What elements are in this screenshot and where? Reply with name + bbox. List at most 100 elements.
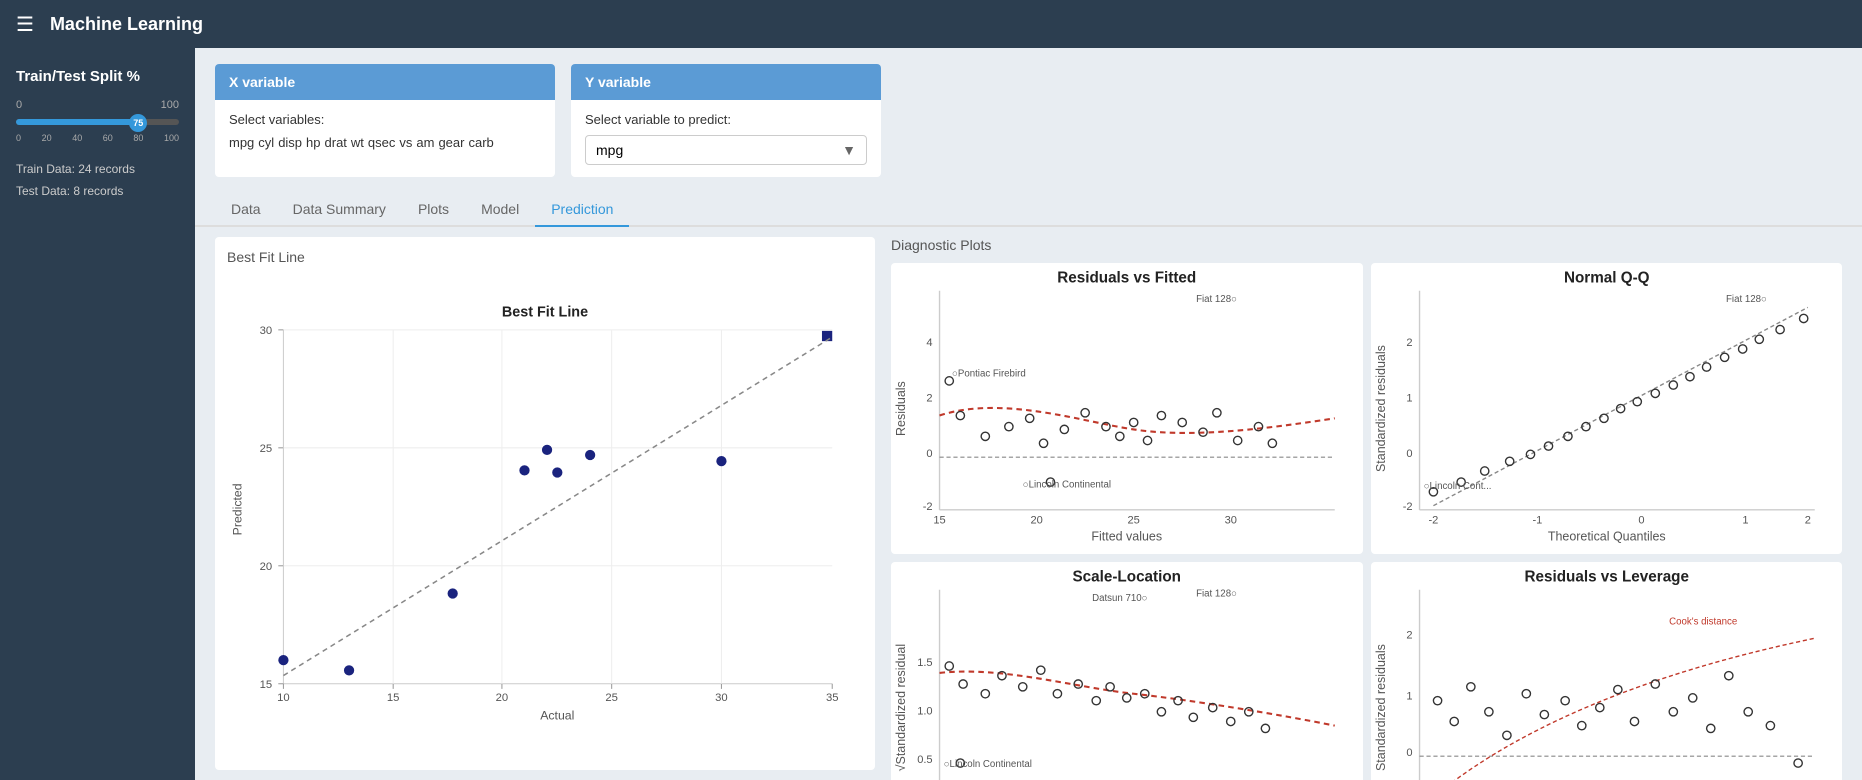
diagnostic-title: Diagnostic Plots bbox=[891, 237, 1842, 253]
svg-text:2: 2 bbox=[1406, 337, 1412, 349]
diag-chart-leverage: Residuals vs Leverage Leverage Standardi… bbox=[1371, 562, 1843, 780]
svg-text:1.0: 1.0 bbox=[917, 706, 932, 718]
svg-text:20: 20 bbox=[1030, 515, 1042, 527]
svg-text:Datsun 710○: Datsun 710○ bbox=[1092, 593, 1148, 604]
slider-ticks: 0 20 40 60 80 100 bbox=[16, 133, 179, 143]
svg-text:4: 4 bbox=[926, 337, 932, 349]
svg-text:Fitted values: Fitted values bbox=[1091, 529, 1162, 543]
diag-chart-scale-location: Scale-Location Fitted values √Standardiz… bbox=[891, 562, 1363, 780]
charts-area: Best Fit Line Best Fit Line Predicted Ac… bbox=[195, 227, 1862, 780]
svg-text:30: 30 bbox=[715, 692, 728, 704]
variable-panels: X variable Select variables: mpg cyl dis… bbox=[195, 48, 1862, 193]
x-variable-label: Select variables: bbox=[229, 112, 541, 127]
train-data-label: Train Data: 24 records bbox=[16, 159, 179, 181]
svg-text:2: 2 bbox=[1406, 629, 1412, 641]
svg-text:-2: -2 bbox=[1428, 515, 1438, 527]
svg-text:○Lincoln Continental: ○Lincoln Continental bbox=[944, 759, 1032, 770]
var-tag-am[interactable]: am bbox=[416, 135, 434, 150]
slider-fill bbox=[16, 119, 138, 125]
x-variable-tags[interactable]: mpg cyl disp hp drat wt qsec vs am gear … bbox=[229, 135, 541, 150]
svg-text:Standardized residuals: Standardized residuals bbox=[1373, 345, 1387, 472]
svg-text:Theoretical Quantiles: Theoretical Quantiles bbox=[1547, 529, 1665, 543]
svg-text:30: 30 bbox=[260, 325, 273, 337]
tab-data[interactable]: Data bbox=[215, 193, 277, 227]
y-variable-selected: mpg bbox=[596, 142, 623, 158]
test-data-label: Test Data: 8 records bbox=[16, 181, 179, 203]
svg-text:Residuals: Residuals bbox=[894, 381, 908, 436]
slider-max: 100 bbox=[161, 99, 179, 111]
slider-thumb[interactable]: 75 bbox=[129, 114, 147, 132]
var-tag-gear[interactable]: gear bbox=[438, 135, 464, 150]
svg-text:30: 30 bbox=[1225, 515, 1237, 527]
svg-text:25: 25 bbox=[260, 443, 273, 455]
svg-text:1: 1 bbox=[1406, 393, 1412, 405]
svg-text:25: 25 bbox=[1128, 515, 1140, 527]
svg-text:○Lincoln Continental: ○Lincoln Continental bbox=[1023, 480, 1111, 491]
var-tag-disp[interactable]: disp bbox=[278, 135, 302, 150]
svg-text:15: 15 bbox=[387, 692, 400, 704]
diag-chart-qq: Normal Q-Q Theoretical Quantiles Standar… bbox=[1371, 263, 1843, 554]
svg-text:20: 20 bbox=[260, 561, 273, 573]
svg-text:○Pontiac Firebird: ○Pontiac Firebird bbox=[952, 369, 1026, 380]
y-variable-panel: Y variable Select variable to predict: m… bbox=[571, 64, 881, 177]
tabs: Data Data Summary Plots Model Prediction bbox=[195, 193, 1862, 227]
diag-chart-residuals-fitted: Residuals vs Fitted Fitted values Residu… bbox=[891, 263, 1363, 554]
svg-text:1: 1 bbox=[1406, 691, 1412, 703]
var-tag-mpg[interactable]: mpg bbox=[229, 135, 254, 150]
y-variable-label: Select variable to predict: bbox=[585, 112, 867, 127]
var-tag-cyl[interactable]: cyl bbox=[258, 135, 274, 150]
tab-model[interactable]: Model bbox=[465, 193, 535, 227]
y-variable-select[interactable]: mpg ▼ bbox=[585, 135, 867, 165]
svg-text:Normal Q-Q: Normal Q-Q bbox=[1563, 269, 1649, 286]
var-tag-wt[interactable]: wt bbox=[351, 135, 364, 150]
svg-text:15: 15 bbox=[933, 515, 945, 527]
train-test-slider[interactable]: 0 100 75 0 20 40 60 80 100 bbox=[16, 99, 179, 143]
navbar: ☰ Machine Learning bbox=[0, 0, 1862, 48]
y-variable-header: Y variable bbox=[571, 64, 881, 100]
var-tag-carb[interactable]: carb bbox=[468, 135, 493, 150]
svg-text:Scale-Location: Scale-Location bbox=[1073, 569, 1181, 586]
svg-text:Standardized residuals: Standardized residuals bbox=[1373, 644, 1387, 771]
svg-text:Predicted: Predicted bbox=[230, 483, 244, 535]
svg-text:-2: -2 bbox=[923, 501, 933, 513]
svg-text:0: 0 bbox=[1406, 448, 1412, 460]
svg-text:1: 1 bbox=[1742, 515, 1748, 527]
var-tag-qsec[interactable]: qsec bbox=[368, 135, 395, 150]
content-area: X variable Select variables: mpg cyl dis… bbox=[195, 48, 1862, 780]
svg-text:Fiat 128○: Fiat 128○ bbox=[1726, 294, 1767, 305]
sidebar: Train/Test Split % 0 100 75 0 20 40 60 8… bbox=[0, 48, 195, 780]
svg-text:20: 20 bbox=[496, 692, 509, 704]
svg-text:Fiat 128○: Fiat 128○ bbox=[1196, 294, 1237, 305]
slider-min: 0 bbox=[16, 99, 22, 111]
best-fit-title: Best Fit Line bbox=[227, 249, 863, 265]
tab-plots[interactable]: Plots bbox=[402, 193, 465, 227]
app-title: Machine Learning bbox=[50, 14, 203, 35]
best-fit-chart: Best Fit Line Predicted Actual 15 bbox=[227, 271, 863, 758]
var-tag-drat[interactable]: drat bbox=[325, 135, 347, 150]
var-tag-vs[interactable]: vs bbox=[399, 135, 412, 150]
diagnostic-panel: Diagnostic Plots Residuals vs Fitted Fit… bbox=[891, 237, 1842, 770]
svg-text:15: 15 bbox=[260, 679, 273, 691]
best-fit-panel: Best Fit Line Best Fit Line Predicted Ac… bbox=[215, 237, 875, 770]
tab-data-summary[interactable]: Data Summary bbox=[277, 193, 402, 227]
main-layout: Train/Test Split % 0 100 75 0 20 40 60 8… bbox=[0, 48, 1862, 780]
x-variable-header: X variable bbox=[215, 64, 555, 100]
svg-text:√Standardized residual: √Standardized residual bbox=[894, 644, 908, 771]
svg-text:35: 35 bbox=[826, 692, 839, 704]
hamburger-icon[interactable]: ☰ bbox=[16, 12, 34, 37]
var-tag-hp[interactable]: hp bbox=[306, 135, 320, 150]
svg-text:2: 2 bbox=[926, 393, 932, 405]
svg-text:Residuals vs Leverage: Residuals vs Leverage bbox=[1524, 569, 1688, 586]
sidebar-stats: Train Data: 24 records Test Data: 8 reco… bbox=[16, 159, 179, 202]
svg-text:0.5: 0.5 bbox=[917, 754, 932, 766]
sidebar-title: Train/Test Split % bbox=[16, 68, 179, 85]
svg-text:-1: -1 bbox=[1532, 515, 1542, 527]
svg-text:Fiat 128○: Fiat 128○ bbox=[1196, 589, 1237, 600]
dropdown-arrow-icon: ▼ bbox=[842, 142, 856, 158]
tab-prediction[interactable]: Prediction bbox=[535, 193, 629, 227]
x-variable-body: Select variables: mpg cyl disp hp drat w… bbox=[215, 100, 555, 162]
svg-text:1.5: 1.5 bbox=[917, 657, 932, 669]
svg-text:10: 10 bbox=[277, 692, 290, 704]
svg-text:25: 25 bbox=[605, 692, 618, 704]
x-variable-panel: X variable Select variables: mpg cyl dis… bbox=[215, 64, 555, 177]
